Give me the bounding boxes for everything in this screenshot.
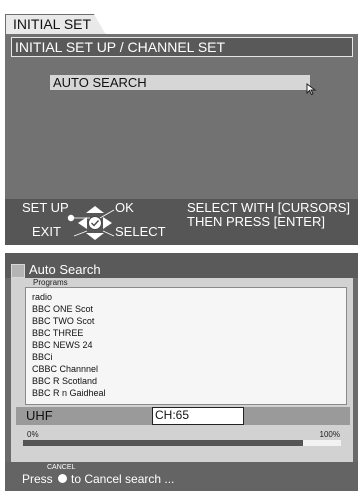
list-item: CBBC Channnel — [32, 364, 99, 374]
channel-display: CH:65 — [152, 407, 244, 425]
menu-item-label: AUTO SEARCH — [53, 75, 147, 90]
band-label: UHF — [26, 408, 53, 423]
list-item: BBC THREE — [32, 328, 84, 338]
auto-search-content: Programs radio BBC ONE Scot BBC TWO Scot… — [11, 278, 353, 462]
search-progress-fill — [23, 440, 303, 446]
page-title: INITIAL SET UP / CHANNEL SET — [15, 39, 226, 55]
cursor-arrow-icon — [306, 83, 317, 95]
progress-start-label: 0% — [27, 430, 39, 439]
button-dot-icon — [58, 474, 67, 483]
channel-value: CH:65 — [155, 408, 190, 422]
press-text: Press — [22, 472, 53, 486]
remote-hint-bar: SET UP OK EXIT SELECT SELECT WITH [CURSO… — [5, 199, 358, 245]
search-progress-bar — [23, 440, 341, 446]
list-item: BBC R Scotland — [32, 376, 98, 386]
tab-initial-setup[interactable]: INITIAL SET UP — [5, 14, 106, 35]
window-icon — [11, 264, 25, 278]
programs-label: Programs — [33, 278, 68, 287]
menu-item-auto-search[interactable]: AUTO SEARCH — [50, 75, 310, 90]
exit-key-label: EXIT — [32, 224, 61, 239]
list-item: BBC R n Gaidheal — [32, 388, 106, 398]
hint-line-1: SELECT WITH [CURSORS] — [187, 200, 351, 215]
auto-search-header: Auto Search — [5, 253, 358, 278]
auto-search-screen: Auto Search Programs radio BBC ONE Scot … — [5, 253, 358, 491]
list-item: BBC TWO Scot — [32, 316, 95, 326]
band-channel-row: UHF CH:65 — [16, 407, 350, 425]
programs-list[interactable]: radio BBC ONE Scot BBC TWO Scot BBC THRE… — [25, 287, 347, 405]
progress-end-label: 100% — [319, 430, 340, 439]
list-item: BBCi — [32, 352, 53, 362]
initial-setup-screen: INITIAL SET UP INITIAL SET UP / CHANNEL … — [5, 5, 358, 245]
cancel-search-text: to Cancel search ... — [71, 472, 175, 486]
list-item: BBC NEWS 24 — [32, 340, 93, 350]
list-item: BBC ONE Scot — [32, 304, 94, 314]
auto-search-title: Auto Search — [29, 262, 101, 277]
setup-title-bar: INITIAL SET UP / CHANNEL SET — [11, 37, 353, 57]
list-item: radio — [32, 292, 53, 302]
cancel-hint-bar: CANCEL Press to Cancel search ... — [5, 462, 358, 491]
hint-line-2: THEN PRESS [ENTER] — [187, 214, 325, 229]
cancel-key-label: CANCEL — [47, 464, 76, 471]
dpad-icon — [67, 206, 115, 240]
setup-panel: INITIAL SET UP / CHANNEL SET AUTO SEARCH… — [5, 34, 358, 245]
